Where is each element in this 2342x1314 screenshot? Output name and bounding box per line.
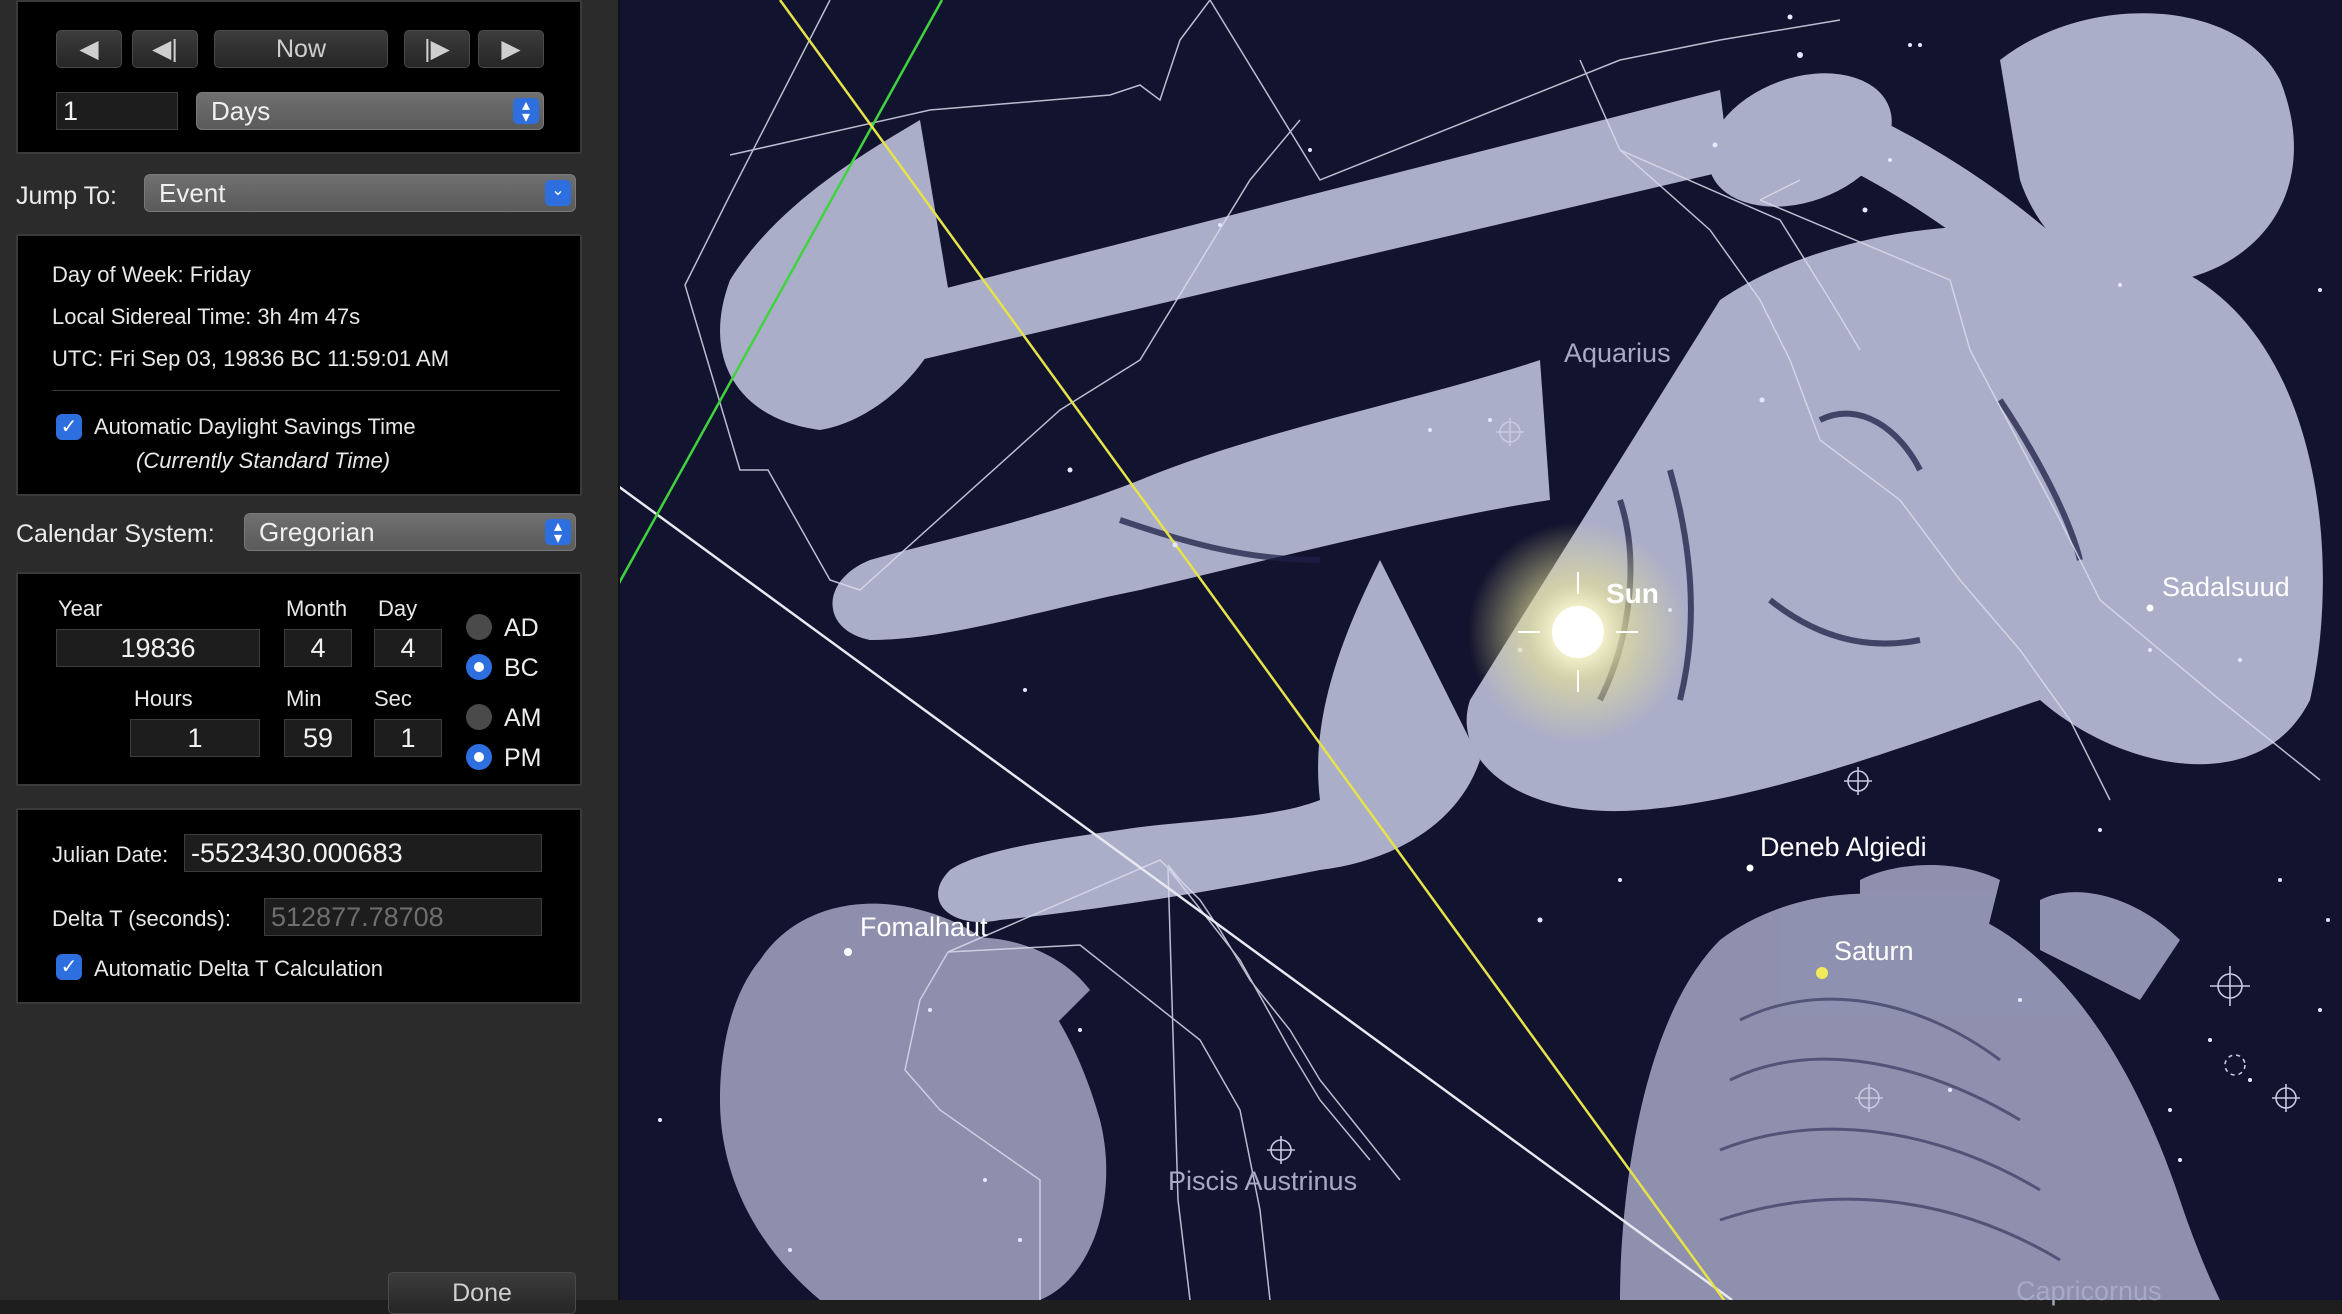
hours-input[interactable]: 1 bbox=[130, 719, 260, 757]
step-controls-box: ◀ ◀| Now |▶ ▶ 1 Days ▴ ▾ bbox=[16, 0, 582, 154]
sec-label: Sec bbox=[374, 686, 412, 711]
fomalhaut-star bbox=[844, 948, 852, 956]
sun-label[interactable]: Sun bbox=[1606, 578, 1659, 610]
min-input[interactable]: 59 bbox=[284, 719, 352, 757]
saturn-label[interactable]: Saturn bbox=[1834, 936, 1914, 967]
ad-radio[interactable] bbox=[466, 614, 492, 640]
step-unit-select[interactable]: Days ▴ ▾ bbox=[196, 92, 544, 130]
sky-map[interactable]: Aquarius Sun Sadalsuud Deneb Algiedi Sat… bbox=[620, 0, 2342, 1306]
delta-t-checkbox-label: Automatic Delta T Calculation bbox=[94, 956, 383, 981]
month-input[interactable]: 4 bbox=[284, 629, 352, 667]
day-label: Day bbox=[378, 596, 418, 621]
sadalsuud-label[interactable]: Sadalsuud bbox=[2162, 572, 2290, 603]
year-label: Year bbox=[58, 596, 103, 621]
bc-label: BC bbox=[504, 654, 539, 682]
step-back-button[interactable]: ◀| bbox=[132, 30, 198, 68]
sidereal-time-text: Local Sidereal Time: 3h 4m 47s bbox=[52, 304, 361, 329]
sun-marker[interactable] bbox=[1468, 522, 1688, 742]
month-label: Month bbox=[286, 596, 348, 621]
chevron-down-icon: ⌄ bbox=[545, 180, 571, 206]
dst-checkbox[interactable]: ✓ bbox=[56, 414, 82, 440]
dst-checkbox-label: Automatic Daylight Savings Time bbox=[94, 414, 416, 439]
step-forward-button[interactable]: |▶ bbox=[404, 30, 470, 68]
min-label: Min bbox=[286, 686, 322, 711]
day-of-week-text: Day of Week: Friday bbox=[52, 262, 251, 287]
back-button[interactable]: ◀ bbox=[56, 30, 122, 68]
am-label: AM bbox=[504, 704, 542, 732]
julian-date-label: Julian Date: bbox=[52, 842, 169, 867]
year-input[interactable]: 19836 bbox=[56, 629, 260, 667]
forward-button[interactable]: ▶ bbox=[478, 30, 544, 68]
fomalhaut-label[interactable]: Fomalhaut bbox=[860, 912, 988, 943]
step-unit-value: Days bbox=[211, 96, 271, 126]
updown-arrows-icon: ▴ ▾ bbox=[513, 98, 539, 126]
pm-radio[interactable] bbox=[466, 744, 492, 770]
deneb-algiedi-star bbox=[1746, 864, 1754, 872]
jump-to-select[interactable]: Event ⌄ bbox=[144, 174, 576, 212]
piscis-austrinus-label: Piscis Austrinus bbox=[1168, 1166, 1358, 1196]
capricornus-art bbox=[1620, 865, 2220, 1300]
date-time-box: Year Month Day 19836 4 4 AD BC Hours Min… bbox=[16, 572, 582, 786]
done-button[interactable]: Done bbox=[388, 1272, 576, 1314]
sec-input[interactable]: 1 bbox=[374, 719, 442, 757]
time-panel: ◀ ◀| Now |▶ ▶ 1 Days ▴ ▾ Jump To: Event ⌄… bbox=[0, 0, 620, 1314]
sky-chart bbox=[620, 0, 2330, 1300]
bc-radio[interactable] bbox=[466, 654, 492, 680]
step-value-input[interactable]: 1 bbox=[56, 92, 178, 130]
am-radio[interactable] bbox=[466, 704, 492, 730]
ad-label: AD bbox=[504, 614, 539, 642]
jump-to-label: Jump To: bbox=[16, 182, 117, 210]
aquarius-art bbox=[720, 13, 2323, 922]
hours-label: Hours bbox=[134, 686, 193, 711]
capricornus-label: Capricornus bbox=[2016, 1276, 2162, 1306]
pm-label: PM bbox=[504, 744, 542, 772]
julian-date-box: Julian Date: -5523430.000683 Delta T (se… bbox=[16, 808, 582, 1004]
day-input[interactable]: 4 bbox=[374, 629, 442, 667]
piscis-austrinus-art bbox=[720, 903, 1107, 1300]
aquarius-label: Aquarius bbox=[1564, 338, 1671, 368]
jump-to-value: Event bbox=[159, 178, 226, 208]
updown-arrows-icon: ▴ ▾ bbox=[545, 519, 571, 547]
time-info-box: Day of Week: Friday Local Sidereal Time:… bbox=[16, 234, 582, 496]
calendar-system-label: Calendar System: bbox=[16, 520, 215, 548]
now-button[interactable]: Now bbox=[214, 30, 388, 68]
divider bbox=[52, 390, 560, 391]
utc-text: UTC: Fri Sep 03, 19836 BC 11:59:01 AM bbox=[52, 346, 450, 371]
saturn-planet[interactable] bbox=[1816, 967, 1828, 979]
delta-t-input: 512877.78708 bbox=[264, 898, 542, 936]
dst-note: (Currently Standard Time) bbox=[136, 448, 391, 473]
calendar-system-value: Gregorian bbox=[259, 517, 375, 547]
sadalsuud-star bbox=[2146, 604, 2154, 612]
calendar-system-select[interactable]: Gregorian ▴ ▾ bbox=[244, 513, 576, 551]
julian-date-input[interactable]: -5523430.000683 bbox=[184, 834, 542, 872]
delta-t-checkbox[interactable]: ✓ bbox=[56, 954, 82, 980]
delta-t-label: Delta T (seconds): bbox=[52, 906, 231, 931]
deneb-algiedi-label[interactable]: Deneb Algiedi bbox=[1760, 832, 1927, 863]
